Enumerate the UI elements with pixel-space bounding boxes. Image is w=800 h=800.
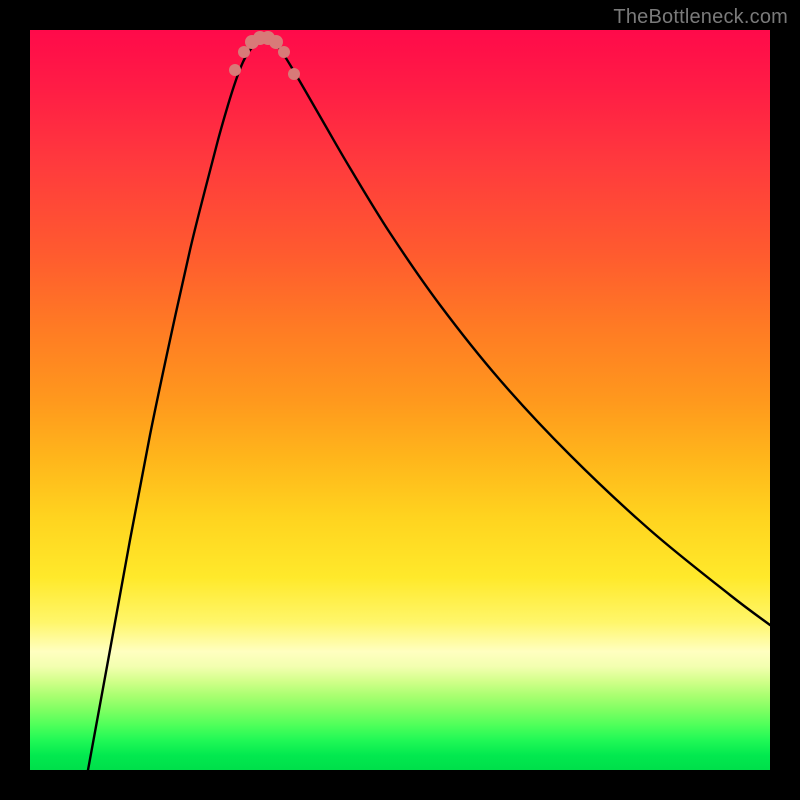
curve-marker	[278, 46, 290, 58]
bottleneck-curve	[88, 37, 770, 770]
curve-svg	[30, 30, 770, 770]
plot-area	[30, 30, 770, 770]
watermark-text: TheBottleneck.com	[613, 6, 788, 29]
curve-marker	[288, 68, 300, 80]
curve-markers	[229, 31, 300, 80]
curve-marker	[229, 64, 241, 76]
chart-frame: TheBottleneck.com	[0, 0, 800, 800]
